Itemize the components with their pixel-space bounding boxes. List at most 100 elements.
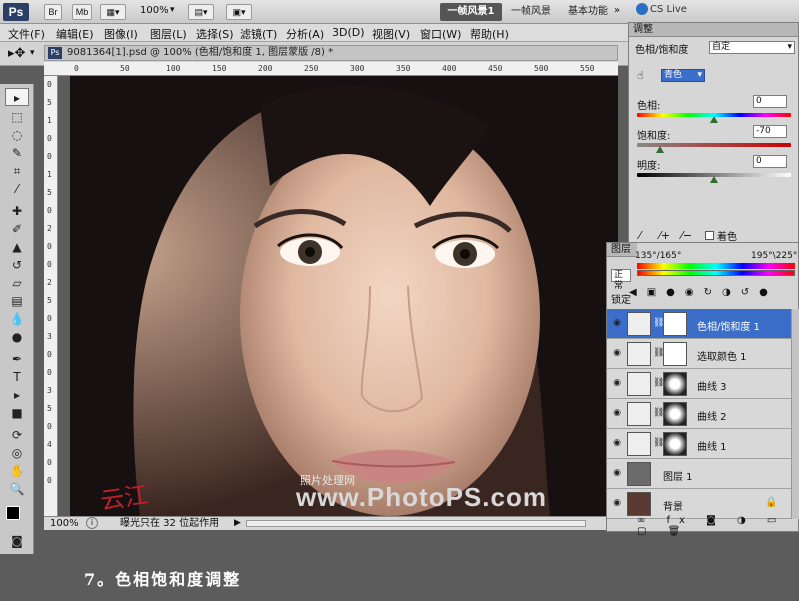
menu-select[interactable]: 选择(S) bbox=[196, 26, 234, 42]
workspace-item-3[interactable]: 基本功能 bbox=[568, 3, 608, 21]
vertical-ruler[interactable]: 05100150200250300350400 bbox=[44, 76, 58, 516]
saturation-slider-thumb[interactable] bbox=[656, 146, 665, 153]
layer-thumbnail[interactable] bbox=[627, 492, 651, 516]
eyedropper-plus-icon[interactable]: ⁄+ bbox=[659, 229, 670, 242]
extras-menu[interactable]: ▦▾ bbox=[100, 4, 126, 20]
adjustments-panel-title[interactable]: 调整 bbox=[629, 23, 798, 37]
bridge-button[interactable]: Br bbox=[44, 4, 62, 20]
history-brush-tool-icon[interactable]: ↺ bbox=[5, 256, 29, 274]
gradient-tool-icon[interactable]: ▤ bbox=[5, 292, 29, 310]
layers-scrollbar[interactable] bbox=[791, 309, 799, 519]
lasso-tool-icon[interactable]: ◌ bbox=[5, 126, 29, 144]
document-tab[interactable]: Ps 9081364[1].psd @ 100% (色相/饱和度 1, 图层蒙版… bbox=[44, 45, 618, 61]
arrange-documents-button[interactable]: ▤▾ bbox=[188, 4, 214, 20]
brush-tool-icon[interactable]: ✐ bbox=[5, 220, 29, 238]
crop-tool-icon[interactable]: ⌗ bbox=[5, 162, 29, 180]
zoom-level[interactable]: 100% bbox=[140, 5, 169, 16]
hand-tool-icon[interactable]: ✋ bbox=[5, 462, 29, 480]
menu-window[interactable]: 窗口(W) bbox=[420, 26, 461, 42]
mini-bridge-button[interactable]: Mb bbox=[72, 4, 92, 20]
healing-brush-tool-icon[interactable]: ✚ bbox=[5, 202, 29, 220]
layer-row[interactable]: ◉ 图层 1 bbox=[607, 459, 791, 489]
visibility-eye-icon[interactable]: ◉ bbox=[611, 439, 623, 448]
layer-mask-thumbnail[interactable] bbox=[663, 342, 687, 366]
move-tool-preset-icon[interactable]: ▸✥ bbox=[8, 46, 25, 61]
quick-mask-icon[interactable]: ◙ bbox=[5, 532, 29, 550]
layer-thumbnail[interactable] bbox=[627, 312, 651, 336]
shape-tool-icon[interactable]: ■ bbox=[5, 404, 29, 422]
layers-footer-icons[interactable]: ∞ fx ◙ ◑ ▭ ▢ 🗑 bbox=[637, 515, 798, 537]
preset-select[interactable]: 自定 ▾ bbox=[709, 41, 795, 54]
layer-row[interactable]: ◉ ⛓ 曲线 2 bbox=[607, 399, 791, 429]
visibility-eye-icon[interactable]: ◉ bbox=[611, 349, 623, 358]
3d-rotate-tool-icon[interactable]: ⟳ bbox=[5, 426, 29, 444]
status-info-icon[interactable]: i bbox=[86, 517, 98, 529]
eyedropper-minus-icon[interactable]: ⁄− bbox=[681, 229, 692, 242]
visibility-eye-icon[interactable]: ◉ bbox=[611, 409, 623, 418]
zoom-tool-icon[interactable]: 🔍 bbox=[5, 480, 29, 498]
workspace-more-icon[interactable]: » bbox=[614, 5, 620, 16]
workspace-active[interactable]: 一帧风景1 bbox=[440, 3, 502, 21]
visibility-eye-icon[interactable]: ◉ bbox=[611, 379, 623, 388]
hue-range-bar-top[interactable] bbox=[637, 263, 795, 269]
hue-slider-thumb[interactable] bbox=[710, 116, 718, 123]
blend-mode-select[interactable]: 正常 bbox=[611, 269, 631, 291]
layer-thumbnail[interactable] bbox=[627, 432, 651, 456]
menu-help[interactable]: 帮助(H) bbox=[470, 26, 509, 42]
marquee-tool-icon[interactable]: ⬚ bbox=[5, 108, 29, 126]
lightness-slider-thumb[interactable] bbox=[710, 176, 718, 183]
blur-tool-icon[interactable]: 💧 bbox=[5, 310, 29, 328]
channel-select[interactable]: 青色 ▾ bbox=[661, 69, 705, 82]
preset-dropdown-icon[interactable]: ▾ bbox=[30, 48, 35, 58]
layer-row[interactable]: ◉ ⛓ 曲线 3 bbox=[607, 369, 791, 399]
lightness-value-field[interactable]: 0 bbox=[753, 155, 787, 168]
layer-mask-thumbnail[interactable] bbox=[663, 372, 687, 396]
foreground-color-swatch[interactable] bbox=[6, 506, 20, 520]
eyedropper-icon[interactable]: ⁄ bbox=[639, 229, 641, 242]
quick-select-tool-icon[interactable]: ✎ bbox=[5, 144, 29, 162]
hue-value-field[interactable]: 0 bbox=[753, 95, 787, 108]
eraser-tool-icon[interactable]: ▱ bbox=[5, 274, 29, 292]
layer-mask-thumbnail[interactable] bbox=[663, 312, 687, 336]
screen-mode-button[interactable]: ▣▾ bbox=[226, 4, 252, 20]
menu-image[interactable]: 图像(I) bbox=[104, 26, 138, 42]
3d-orbit-tool-icon[interactable]: ◎ bbox=[5, 444, 29, 462]
zoom-dropdown-icon[interactable]: ▾ bbox=[170, 5, 175, 15]
adjustment-panel-footer-icons[interactable]: ◀▣●◉↻◑↺● bbox=[629, 287, 799, 301]
hue-range-bar-bottom[interactable] bbox=[637, 270, 795, 276]
horizontal-ruler[interactable]: 0 50 100 150 200 250 300 350 400 450 500… bbox=[44, 62, 618, 76]
visibility-eye-icon[interactable]: ◉ bbox=[611, 469, 623, 478]
colorize-checkbox[interactable] bbox=[705, 231, 714, 240]
menu-analysis[interactable]: 分析(A) bbox=[286, 26, 324, 42]
dodge-tool-icon[interactable]: ● bbox=[5, 328, 29, 346]
cs-live-icon[interactable] bbox=[636, 3, 648, 15]
visibility-eye-icon[interactable]: ◉ bbox=[611, 319, 623, 328]
menu-view[interactable]: 视图(V) bbox=[372, 26, 410, 42]
horizontal-scrollbar[interactable] bbox=[246, 520, 586, 527]
menu-layer[interactable]: 图层(L) bbox=[150, 26, 187, 42]
menu-3d[interactable]: 3D(D) bbox=[332, 26, 365, 39]
cs-live-button[interactable]: CS Live bbox=[650, 4, 687, 15]
visibility-eye-icon[interactable]: ◉ bbox=[611, 499, 623, 508]
layer-thumbnail[interactable] bbox=[627, 342, 651, 366]
hand-adjust-icon[interactable]: ☝ bbox=[637, 69, 644, 82]
layer-row[interactable]: ◉ ⛓ 曲线 1 bbox=[607, 429, 791, 459]
saturation-value-field[interactable]: -70 bbox=[753, 125, 787, 138]
status-arrow-icon[interactable]: ▶ bbox=[234, 517, 241, 530]
layer-thumbnail[interactable] bbox=[627, 372, 651, 396]
layers-panel-title[interactable]: 图层 bbox=[607, 243, 637, 257]
menu-filter[interactable]: 滤镜(T) bbox=[240, 26, 277, 42]
workspace-item-2[interactable]: 一帧风景 bbox=[511, 3, 551, 21]
menu-edit[interactable]: 编辑(E) bbox=[56, 26, 94, 42]
status-zoom[interactable]: 100% bbox=[50, 517, 79, 530]
clone-stamp-tool-icon[interactable]: ▲ bbox=[5, 238, 29, 256]
image-canvas[interactable]: 云江 照片处理网 www.PhotoPS.com bbox=[70, 76, 618, 516]
move-tool-icon[interactable]: ▸ bbox=[5, 88, 29, 106]
layer-row[interactable]: ◉ ⛓ 色相/饱和度 1 bbox=[607, 309, 791, 339]
path-selection-tool-icon[interactable]: ▸ bbox=[5, 386, 29, 404]
layer-row[interactable]: ◉ ⛓ 选取颜色 1 bbox=[607, 339, 791, 369]
eyedropper-tool-icon[interactable]: ⁄ bbox=[5, 180, 29, 198]
layer-mask-thumbnail[interactable] bbox=[663, 432, 687, 456]
layer-thumbnail[interactable] bbox=[627, 402, 651, 426]
pen-tool-icon[interactable]: ✒ bbox=[5, 350, 29, 368]
